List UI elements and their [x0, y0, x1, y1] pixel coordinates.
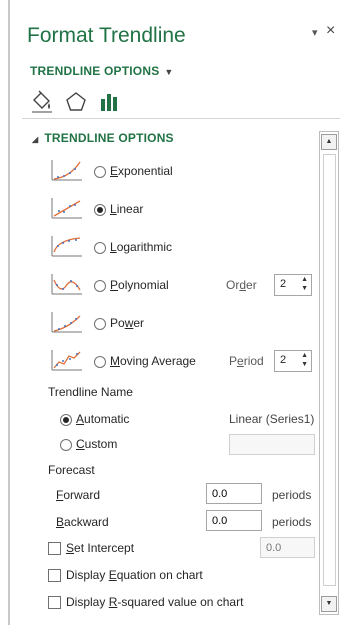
- forward-unit: periods: [272, 488, 312, 502]
- spin-down-icon[interactable]: ▼: [301, 285, 308, 292]
- logarithmic-radio[interactable]: [94, 242, 106, 254]
- format-trendline-pane: Format Trendline ▾ × TRENDLINE OPTIONS ▼: [10, 0, 343, 625]
- options-dropdown[interactable]: TRENDLINE OPTIONS ▼: [30, 64, 174, 78]
- power-label: Power: [110, 316, 145, 330]
- moving-average-label: Moving Average: [110, 354, 196, 368]
- forward-label: Forward: [56, 488, 101, 502]
- vertical-scrollbar[interactable]: ▲ ▼: [319, 131, 339, 615]
- linear-radio[interactable]: [94, 204, 106, 216]
- display-rsquared-label: Display R-squared value on chart: [66, 595, 244, 609]
- custom-radio[interactable]: [60, 439, 72, 451]
- trend-type-polynomial[interactable]: Polynomial: [10, 272, 310, 300]
- backward-label: Backward: [56, 515, 109, 529]
- logarithmic-thumbnail-icon: [51, 236, 82, 257]
- exponential-thumbnail-icon: [51, 160, 82, 181]
- logarithmic-label: Logarithmic: [110, 240, 173, 254]
- order-spinner[interactable]: 2 ▲ ▼: [274, 274, 312, 296]
- automatic-radio[interactable]: [60, 414, 72, 426]
- close-icon[interactable]: ×: [326, 22, 335, 40]
- polynomial-thumbnail-icon: [51, 274, 82, 295]
- polynomial-radio[interactable]: [94, 280, 106, 292]
- options-dropdown-label: TRENDLINE OPTIONS: [30, 64, 160, 78]
- order-label: Order: [226, 278, 257, 292]
- collapse-triangle-icon: ◢: [32, 135, 39, 144]
- linear-thumbnail-icon: [51, 198, 82, 219]
- section-header[interactable]: ◢ TRENDLINE OPTIONS: [32, 131, 174, 145]
- trendline-name-heading: Trendline Name: [48, 385, 133, 399]
- forward-input[interactable]: [206, 483, 262, 504]
- trend-type-linear[interactable]: Linear: [10, 196, 310, 224]
- set-intercept-checkbox[interactable]: [48, 542, 61, 555]
- power-thumbnail-icon: [51, 312, 82, 333]
- exponential-radio[interactable]: [94, 166, 106, 178]
- moving-average-radio[interactable]: [94, 356, 106, 368]
- automatic-label: Automatic: [76, 412, 130, 426]
- section-title: TRENDLINE OPTIONS: [44, 131, 174, 145]
- order-value: 2: [280, 278, 287, 290]
- tab-divider: [22, 118, 340, 119]
- spin-up-icon[interactable]: ▲: [301, 276, 308, 283]
- backward-input[interactable]: [206, 510, 262, 531]
- scroll-down-icon[interactable]: ▼: [321, 596, 337, 612]
- intercept-input[interactable]: [260, 537, 315, 558]
- period-spinner[interactable]: 2 ▲ ▼: [274, 350, 312, 372]
- scroll-up-icon[interactable]: ▲: [321, 134, 337, 150]
- pane-title: Format Trendline: [27, 24, 186, 47]
- trend-type-power[interactable]: Power: [10, 310, 310, 338]
- scroll-thumb[interactable]: [323, 154, 336, 586]
- trend-type-logarithmic[interactable]: Logarithmic: [10, 234, 310, 262]
- effects-icon[interactable]: [64, 90, 88, 114]
- period-label: Period: [229, 354, 264, 368]
- automatic-name-value: Linear (Series1): [229, 412, 315, 426]
- trend-type-exponential[interactable]: Exponential: [10, 158, 310, 186]
- display-equation-label: Display Equation on chart: [66, 568, 203, 582]
- backward-unit: periods: [272, 515, 312, 529]
- period-value: 2: [280, 354, 287, 366]
- power-radio[interactable]: [94, 318, 106, 330]
- pane-options-chevron-icon[interactable]: ▾: [312, 26, 318, 39]
- display-rsquared-checkbox[interactable]: [48, 596, 61, 609]
- custom-label: Custom: [76, 437, 118, 451]
- trendline-options-icon[interactable]: [98, 90, 122, 114]
- fill-line-icon[interactable]: [30, 90, 54, 114]
- linear-label: Linear: [110, 202, 144, 216]
- custom-name-input[interactable]: [229, 434, 315, 455]
- display-equation-checkbox[interactable]: [48, 569, 61, 582]
- spin-down-icon[interactable]: ▼: [301, 361, 308, 368]
- chevron-down-icon: ▼: [164, 67, 174, 77]
- trend-type-moving-average[interactable]: Moving Average: [10, 348, 210, 376]
- exponential-label: Exponential: [110, 164, 173, 178]
- set-intercept-label: Set Intercept: [66, 541, 135, 555]
- forecast-heading: Forecast: [48, 463, 95, 477]
- spin-up-icon[interactable]: ▲: [301, 352, 308, 359]
- moving-average-thumbnail-icon: [51, 350, 82, 371]
- polynomial-label: Polynomial: [110, 278, 169, 292]
